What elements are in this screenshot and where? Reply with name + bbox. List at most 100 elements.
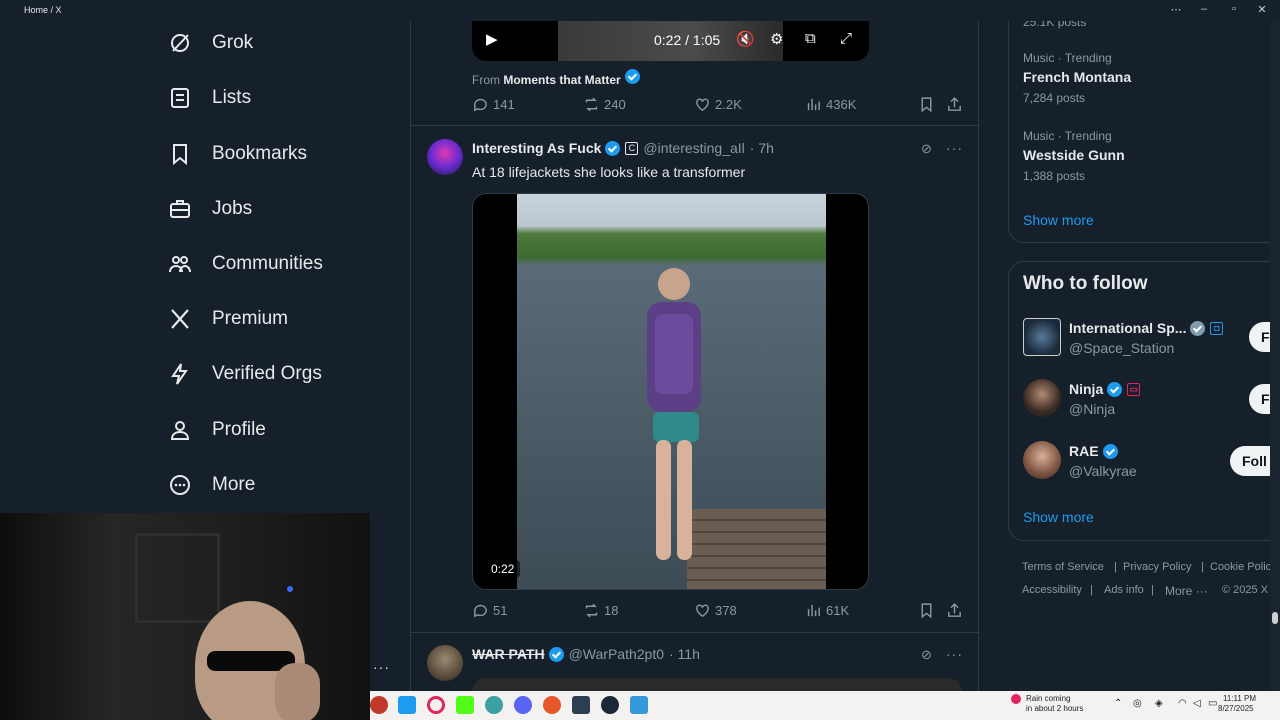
- avatar[interactable]: [427, 645, 463, 681]
- share-button[interactable]: [946, 602, 967, 619]
- weather-status[interactable]: Rain coming: [1026, 694, 1070, 703]
- reply-button[interactable]: 51: [472, 602, 507, 619]
- post-time[interactable]: · 11h: [669, 646, 700, 662]
- ads-info-link[interactable]: Ads info: [1104, 584, 1144, 596]
- video-duration: 0:22: [485, 560, 521, 578]
- nav-label: More: [212, 474, 256, 495]
- footer-separator: |: [1201, 561, 1204, 573]
- post-media[interactable]: [472, 678, 962, 691]
- bookmark-button[interactable]: [918, 602, 939, 619]
- tray-chevron-icon[interactable]: ⌃: [1114, 698, 1122, 709]
- minimize-icon[interactable]: –: [1194, 3, 1214, 15]
- nav-item-communities[interactable]: Communities: [168, 244, 323, 284]
- terminal-icon[interactable]: [572, 696, 590, 714]
- nav-label: Premium: [212, 308, 289, 329]
- nav-item-bookmarks[interactable]: Bookmarks: [168, 134, 307, 174]
- share-button[interactable]: [946, 96, 967, 113]
- like-button[interactable]: 378: [694, 602, 737, 619]
- video-player[interactable]: ▶ 0:22 / 1:05 🔇 ⚙ ⧉ ⤢: [472, 21, 869, 61]
- window-title: Home / X: [24, 5, 62, 15]
- scrollbar-thumb[interactable]: [1272, 612, 1278, 624]
- author-name[interactable]: Interesting As Fuck: [472, 140, 601, 156]
- pip-icon[interactable]: ⧉: [805, 30, 816, 47]
- nav-label: Lists: [212, 87, 252, 108]
- nav-item-jobs[interactable]: Jobs: [168, 189, 252, 229]
- follow-show-more-link[interactable]: Show more: [1023, 509, 1094, 525]
- maximize-icon[interactable]: ▫: [1224, 3, 1244, 15]
- play-icon[interactable]: ▶: [486, 30, 498, 48]
- app-icon[interactable]: [630, 696, 648, 714]
- nav-item-verified-orgs[interactable]: Verified Orgs: [168, 354, 322, 394]
- repost-icon: [585, 603, 598, 618]
- account-name[interactable]: Ninja ▭: [1069, 381, 1141, 397]
- mute-icon[interactable]: 🔇: [736, 30, 755, 48]
- nav-item-profile[interactable]: Profile: [168, 410, 266, 450]
- views-button[interactable]: 61K: [805, 602, 849, 619]
- discord-icon[interactable]: [514, 696, 532, 714]
- post-video[interactable]: 0:22: [472, 193, 869, 590]
- repost-button[interactable]: 18: [583, 602, 618, 619]
- source-link[interactable]: Moments that Matter: [503, 73, 620, 87]
- close-icon[interactable]: ✕: [1252, 3, 1272, 16]
- bookmark-button[interactable]: [918, 96, 939, 113]
- view-count: 61K: [826, 603, 850, 618]
- reply-count: 141: [493, 97, 515, 112]
- tray-app-icon[interactable]: ◈: [1155, 698, 1163, 709]
- repost-icon: [585, 97, 598, 112]
- weather-alert-icon[interactable]: [1011, 694, 1021, 704]
- nav-item-more[interactable]: More: [168, 465, 255, 505]
- nav-item-lists[interactable]: Lists: [168, 78, 251, 118]
- account-name[interactable]: RAE: [1069, 443, 1118, 459]
- obs-icon[interactable]: [543, 696, 561, 714]
- nav-label: Grok: [212, 32, 254, 53]
- twitter-icon[interactable]: [398, 696, 416, 714]
- grok-icon[interactable]: ⊘: [921, 647, 932, 663]
- nav-item-grok[interactable]: Grok: [168, 23, 253, 63]
- privacy-link[interactable]: Privacy Policy: [1123, 561, 1191, 573]
- wifi-icon[interactable]: ◠: [1178, 698, 1187, 709]
- reply-icon: [474, 604, 487, 618]
- fullscreen-icon[interactable]: ⤢: [840, 30, 852, 47]
- menu-icon[interactable]: ⋯: [1166, 3, 1186, 16]
- page-scrollbar[interactable]: [1270, 21, 1280, 691]
- people-icon: [169, 256, 191, 273]
- author-handle[interactable]: @interesting_aIl: [643, 140, 744, 156]
- network-icon[interactable]: [485, 696, 503, 714]
- account-name-text: Ninja: [1069, 381, 1104, 397]
- avatar[interactable]: [427, 139, 463, 175]
- avatar[interactable]: [1023, 441, 1061, 479]
- trend-item[interactable]: French Montana: [1023, 69, 1131, 85]
- author-handle[interactable]: @WarPath2pt0: [569, 646, 664, 662]
- author-name[interactable]: WAR PATH: [472, 646, 545, 662]
- like-button[interactable]: 2.2K: [694, 96, 742, 113]
- trends-show-more-link[interactable]: Show more: [1023, 212, 1094, 228]
- kick-icon[interactable]: [456, 696, 474, 714]
- reply-button[interactable]: 141: [472, 96, 515, 113]
- views-button[interactable]: 436K: [805, 96, 856, 113]
- footer-more-link[interactable]: More ···: [1165, 584, 1208, 598]
- opera-icon[interactable]: [427, 696, 445, 714]
- grok-icon[interactable]: ⊘: [921, 141, 932, 157]
- avatar[interactable]: [1023, 379, 1061, 417]
- terms-link[interactable]: Terms of Service: [1022, 561, 1104, 573]
- account-name[interactable]: International Sp... ◘: [1069, 320, 1224, 336]
- share-icon: [948, 97, 961, 111]
- repost-button[interactable]: 240: [583, 96, 626, 113]
- tray-app-icon[interactable]: ◎: [1133, 698, 1142, 709]
- post-more-icon[interactable]: ···: [946, 140, 963, 156]
- cookie-link[interactable]: Cookie Polic: [1210, 561, 1271, 573]
- clock-time[interactable]: 11:11 PM: [1223, 694, 1256, 703]
- accessibility-link[interactable]: Accessibility: [1022, 584, 1082, 596]
- nav-label: Bookmarks: [212, 143, 308, 164]
- nav-item-premium[interactable]: Premium: [168, 299, 288, 339]
- avatar[interactable]: [1023, 318, 1061, 356]
- steam-icon[interactable]: [601, 696, 619, 714]
- post-more-icon[interactable]: ···: [946, 646, 963, 662]
- account-menu-icon[interactable]: ···: [373, 659, 390, 675]
- settings-icon[interactable]: ⚙: [770, 30, 783, 48]
- trend-item[interactable]: Westside Gunn: [1023, 147, 1125, 163]
- chrome-icon[interactable]: [370, 696, 388, 714]
- post-time[interactable]: · 7h: [750, 140, 774, 156]
- battery-icon[interactable]: ▭: [1208, 698, 1217, 709]
- volume-icon[interactable]: ◁: [1193, 698, 1201, 709]
